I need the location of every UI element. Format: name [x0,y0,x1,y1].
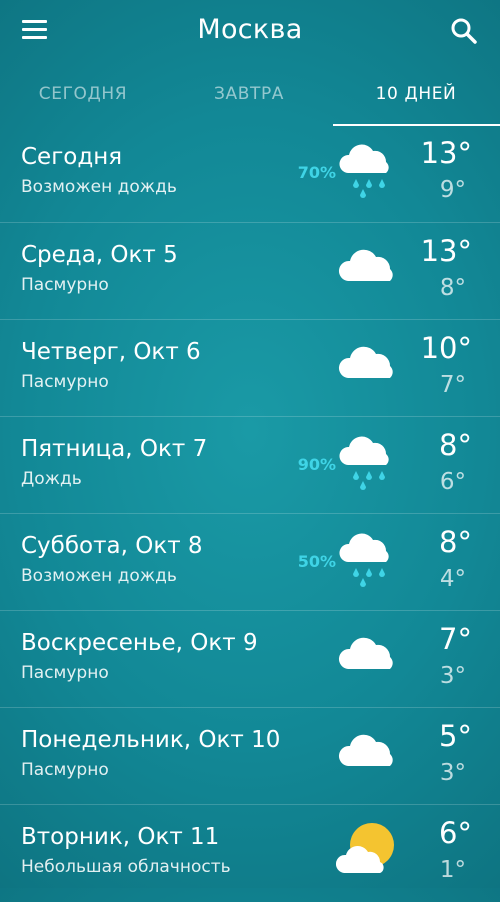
high-temp: 10° [420,331,472,365]
cloud-rain-icon [336,141,402,205]
precipitation-chance: 50% [297,552,336,571]
day-label: Сегодня [21,144,123,170]
cloud-icon [336,627,402,691]
forecast-row[interactable]: Среда, Окт 5 Пасмурно 13° 8° [0,222,500,320]
day-label: Понедельник, Окт 10 [21,727,281,753]
low-temp: 1° [439,857,466,883]
high-temp: 7° [439,622,472,656]
high-temp: 8° [439,525,472,559]
condition-label: Возможен дождь [21,177,177,197]
low-temp: 4° [439,566,466,592]
day-label: Суббота, Окт 8 [21,533,203,559]
precipitation-chance: 90% [297,455,336,474]
low-temp: 7° [439,372,466,398]
cloud-rain-icon [336,433,402,497]
partly-cloudy-icon [335,821,402,885]
low-temp: 3° [439,663,466,689]
forecast-row[interactable]: Вторник, Окт 11 Небольшая облачность 6° 1° [0,804,500,902]
forecast-row[interactable]: Четверг, Окт 6 Пасмурно 10° 7° [0,319,500,417]
low-temp: 8° [439,275,466,301]
high-temp: 5° [439,719,472,753]
tab-today[interactable]: СЕГОДНЯ [0,66,166,126]
condition-label: Пасмурно [21,275,109,295]
condition-label: Пасмурно [21,663,109,683]
forecast-row[interactable]: Понедельник, Окт 10 Пасмурно 5° 3° [0,707,500,805]
cloud-rain-icon [336,530,402,594]
forecast-row[interactable]: Сегодня Возможен дождь 70% 13° 9° [0,125,500,222]
day-label: Пятница, Окт 7 [21,436,208,462]
condition-label: Пасмурно [21,372,109,392]
forecast-row[interactable]: Пятница, Окт 7 Дождь 90% 8° 6° [0,416,500,514]
low-temp: 9° [439,177,466,203]
condition-label: Возможен дождь [21,566,177,586]
cloud-icon [336,239,402,303]
day-label: Четверг, Окт 6 [21,339,201,365]
high-temp: 6° [439,816,472,850]
tab-bar: СЕГОДНЯ ЗАВТРА 10 ДНЕЙ [0,66,500,126]
condition-label: Пасмурно [21,760,109,780]
page-title: Москва [197,14,303,45]
tab-10-days[interactable]: 10 ДНЕЙ [333,66,499,126]
cloud-icon [336,724,402,788]
condition-label: Небольшая облачность [21,857,231,877]
app-bar: Москва [0,0,500,64]
day-label: Среда, Окт 5 [21,242,178,268]
cloud-icon [336,336,402,400]
low-temp: 6° [439,469,466,495]
low-temp: 3° [439,760,466,786]
day-label: Вторник, Окт 11 [21,824,220,850]
high-temp: 13° [420,136,472,170]
forecast-row[interactable]: Воскресенье, Окт 9 Пасмурно 7° 3° [0,610,500,708]
high-temp: 8° [439,428,472,462]
tab-tomorrow[interactable]: ЗАВТРА [166,66,332,126]
high-temp: 13° [420,234,472,268]
condition-label: Дождь [21,469,82,489]
forecast-row[interactable]: Суббота, Окт 8 Возможен дождь 50% 8° 4° [0,513,500,611]
day-label: Воскресенье, Окт 9 [21,630,258,656]
precipitation-chance: 70% [297,163,336,182]
search-icon[interactable] [446,14,482,50]
